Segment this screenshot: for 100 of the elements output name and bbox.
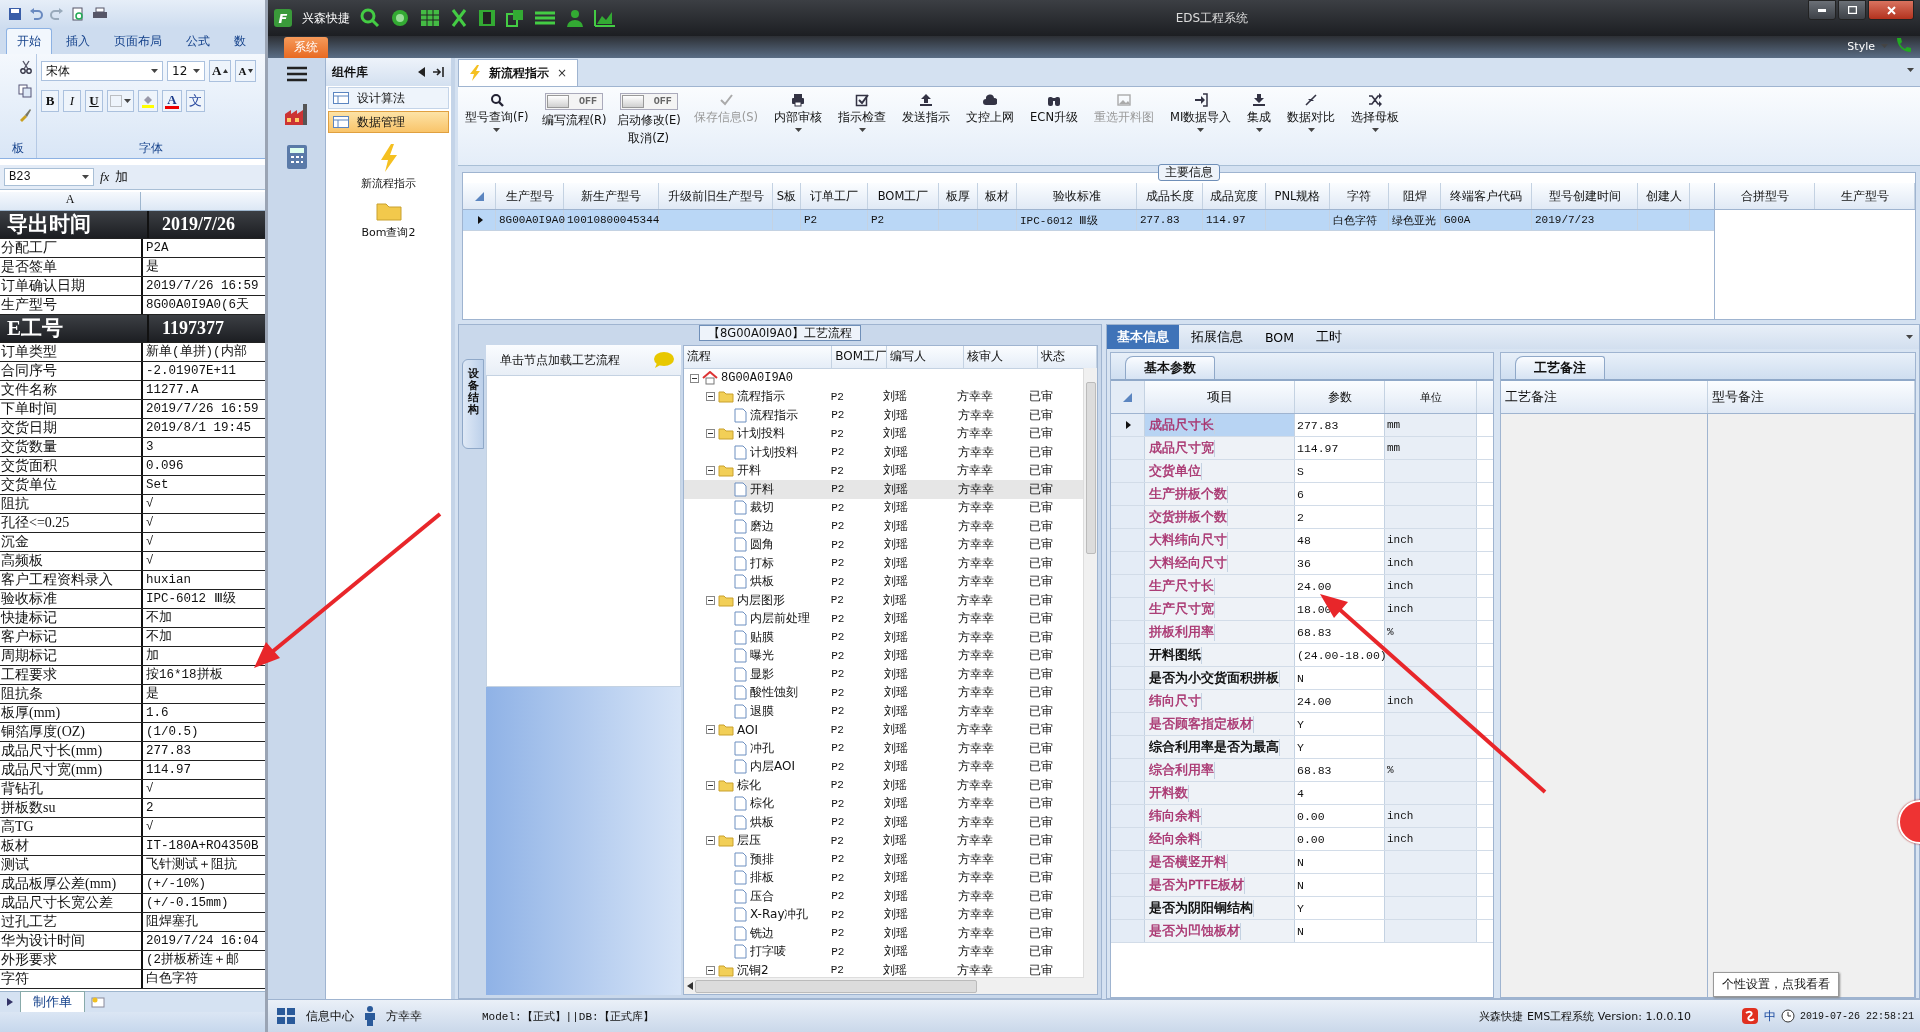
toolbar-button[interactable]: 数据对比 [1284,91,1339,151]
property-row[interactable]: 是否横竖开料 N [1111,851,1493,874]
toolbar-button[interactable]: 型号查询(F) [462,91,532,151]
column-header[interactable]: 生产型号 [496,183,564,209]
tree-row[interactable]: 内层图形 P2 刘瑶 方幸幸 已审 [684,591,1083,610]
tree-row[interactable]: 流程指示 P2 刘瑶 方幸幸 已审 [684,406,1083,425]
list-icon[interactable] [534,10,556,26]
column-header[interactable]: 成品宽度 [1203,183,1266,209]
row-header[interactable] [1111,414,1145,436]
font-select[interactable]: 宋体 [41,61,163,81]
tree-row[interactable]: X-Ray冲孔 P2 刘瑶 方幸幸 已审 [684,905,1083,924]
column-header[interactable]: 参数 [1295,381,1385,413]
tab[interactable]: 工时 [1306,325,1352,349]
tree-row[interactable]: 酸性蚀刻 P2 刘瑶 方幸幸 已审 [684,683,1083,702]
format-button[interactable]: B [41,90,59,112]
property-row[interactable]: 成品尺寸宽 114.97 mm [1111,437,1493,460]
borders-button[interactable] [107,90,134,112]
collapse-icon[interactable] [690,373,699,383]
pin-icon[interactable] [433,66,445,78]
tree-row[interactable]: 烘板 P2 刘瑶 方幸幸 已审 [684,813,1083,832]
sheet-nav-icon[interactable] [6,998,14,1006]
shrink-font-button[interactable]: A [235,60,257,82]
toolbar-button[interactable]: 文控上网 [963,91,1018,151]
column-header[interactable]: 项目 [1145,381,1295,413]
toolbar-button[interactable]: 内部审核 [771,91,826,151]
column-header[interactable]: 板材 [978,183,1017,209]
collapse-icon[interactable] [706,595,715,605]
tree-row[interactable]: 贴膜 P2 刘瑶 方幸幸 已审 [684,628,1083,647]
tab[interactable]: 基本参数 [1125,356,1215,379]
column-header[interactable]: 订单工厂 [801,183,868,209]
tree-row[interactable]: 排板 P2 刘瑶 方幸幸 已审 [684,868,1083,887]
column-header[interactable]: 生产型号 [1815,183,1915,209]
toolbar-button[interactable]: 选择母板 [1348,91,1403,151]
tool-tile[interactable]: 新流程指示 [326,144,451,191]
property-row[interactable]: 开料数 4 [1111,782,1493,805]
tab[interactable]: BOM [1255,325,1304,349]
minimize-button[interactable] [1808,0,1836,20]
ribbon-tab[interactable]: 插入 [56,29,100,54]
column-header[interactable]: 终端客户代码 [1441,183,1532,209]
toolbar-button[interactable]: ECN升级 [1027,91,1081,151]
property-row[interactable]: 是否为PTFE板材 N [1111,874,1493,897]
ribbon-tab[interactable]: 页面布局 [104,29,172,54]
property-row[interactable]: 交货单位 S [1111,460,1493,483]
style-menu[interactable]: Style [1847,39,1875,53]
ribbon-tab[interactable]: 开始 [6,28,52,54]
property-row[interactable]: 是否顾客指定板材 Y [1111,713,1493,736]
column-header[interactable]: 验收标准 [1017,183,1137,209]
scrollbar[interactable] [684,977,1097,994]
property-row[interactable]: 大料经向尺寸 36 inch [1111,552,1493,575]
tiles-icon[interactable] [276,1007,296,1025]
copy-icon[interactable] [18,84,32,98]
toolbar-button[interactable]: 集成 [1244,91,1275,151]
globe-icon[interactable] [390,8,410,28]
tree-row[interactable]: 烘板 P2 刘瑶 方幸幸 已审 [684,572,1083,591]
sheet-tab[interactable]: 制作单 [20,991,85,1013]
tree-row[interactable]: 沉铜2 P2 刘瑶 方幸幸 已审 [684,961,1083,977]
ime-mode[interactable]: 中 [1763,1007,1776,1025]
panel-item[interactable]: 数据管理 [328,111,449,133]
tree-row[interactable]: 打字唛 P2 刘瑶 方幸幸 已审 [684,942,1083,961]
column-header[interactable]: 板厚 [939,183,978,209]
tree-row[interactable]: 圆角 P2 刘瑶 方幸幸 已审 [684,535,1083,554]
collapse-icon[interactable] [706,725,715,735]
column-header[interactable]: 流程 [684,346,833,368]
collapse-icon[interactable] [706,392,715,402]
fill-color-button[interactable] [138,90,158,112]
tree-row[interactable]: 计划投料 P2 刘瑶 方幸幸 已审 [684,443,1083,462]
tree-row[interactable]: 退膜 P2 刘瑶 方幸幸 已审 [684,702,1083,721]
chart-icon[interactable] [594,9,616,27]
tree-row[interactable]: 8G00A0I9A0 [684,369,1083,388]
toolbar-button[interactable]: 指示检查 [835,91,890,151]
collapse-icon[interactable] [706,780,715,790]
tree-row[interactable]: 计划投料 P2 刘瑶 方幸幸 已审 [684,424,1083,443]
property-row[interactable]: 综合利用率是否为最高 Y [1111,736,1493,759]
search-icon[interactable] [360,8,380,28]
tree-row[interactable]: 裁切 P2 刘瑶 方幸幸 已审 [684,498,1083,517]
column-header[interactable]: 升级前旧生产型号 [659,183,773,209]
film-icon[interactable] [478,9,496,27]
property-row[interactable]: 纬向余料 0.00 inch [1111,805,1493,828]
collapse-icon[interactable] [706,965,715,975]
collapse-icon[interactable] [706,466,715,476]
tree-row[interactable]: 棕化 P2 刘瑶 方幸幸 已审 [684,776,1083,795]
column-header[interactable]: S板 [773,183,801,209]
tree-row[interactable]: 层压 P2 刘瑶 方幸幸 已审 [684,831,1083,850]
toolbar-button[interactable]: 发送指示 [899,91,954,151]
info-center-link[interactable]: 信息中心 [306,1007,354,1025]
grow-font-button[interactable]: A [209,60,232,82]
panel-item[interactable]: 设计算法 [328,87,449,109]
tree-row[interactable]: 冲孔 P2 刘瑶 方幸幸 已审 [684,739,1083,758]
ime-logo-icon[interactable] [1740,1007,1759,1025]
font-color-button[interactable]: A [162,90,182,112]
close-tab-button[interactable]: × [557,66,568,80]
property-row[interactable]: 是否为阴阳铜结构 Y [1111,897,1493,920]
tree-row[interactable]: 内层AOI P2 刘瑶 方幸幸 已审 [684,757,1083,776]
phone-icon[interactable] [1894,37,1912,55]
tree-row[interactable]: 磨边 P2 刘瑶 方幸幸 已审 [684,517,1083,536]
name-box[interactable]: B23 [4,168,94,186]
column-header[interactable]: BOM工厂 [868,183,939,209]
property-row[interactable]: 纬向尺寸 24.00 inch [1111,690,1493,713]
ribbon-tab[interactable]: 公式 [176,29,220,54]
property-row[interactable]: 生产尺寸长 24.00 inch [1111,575,1493,598]
